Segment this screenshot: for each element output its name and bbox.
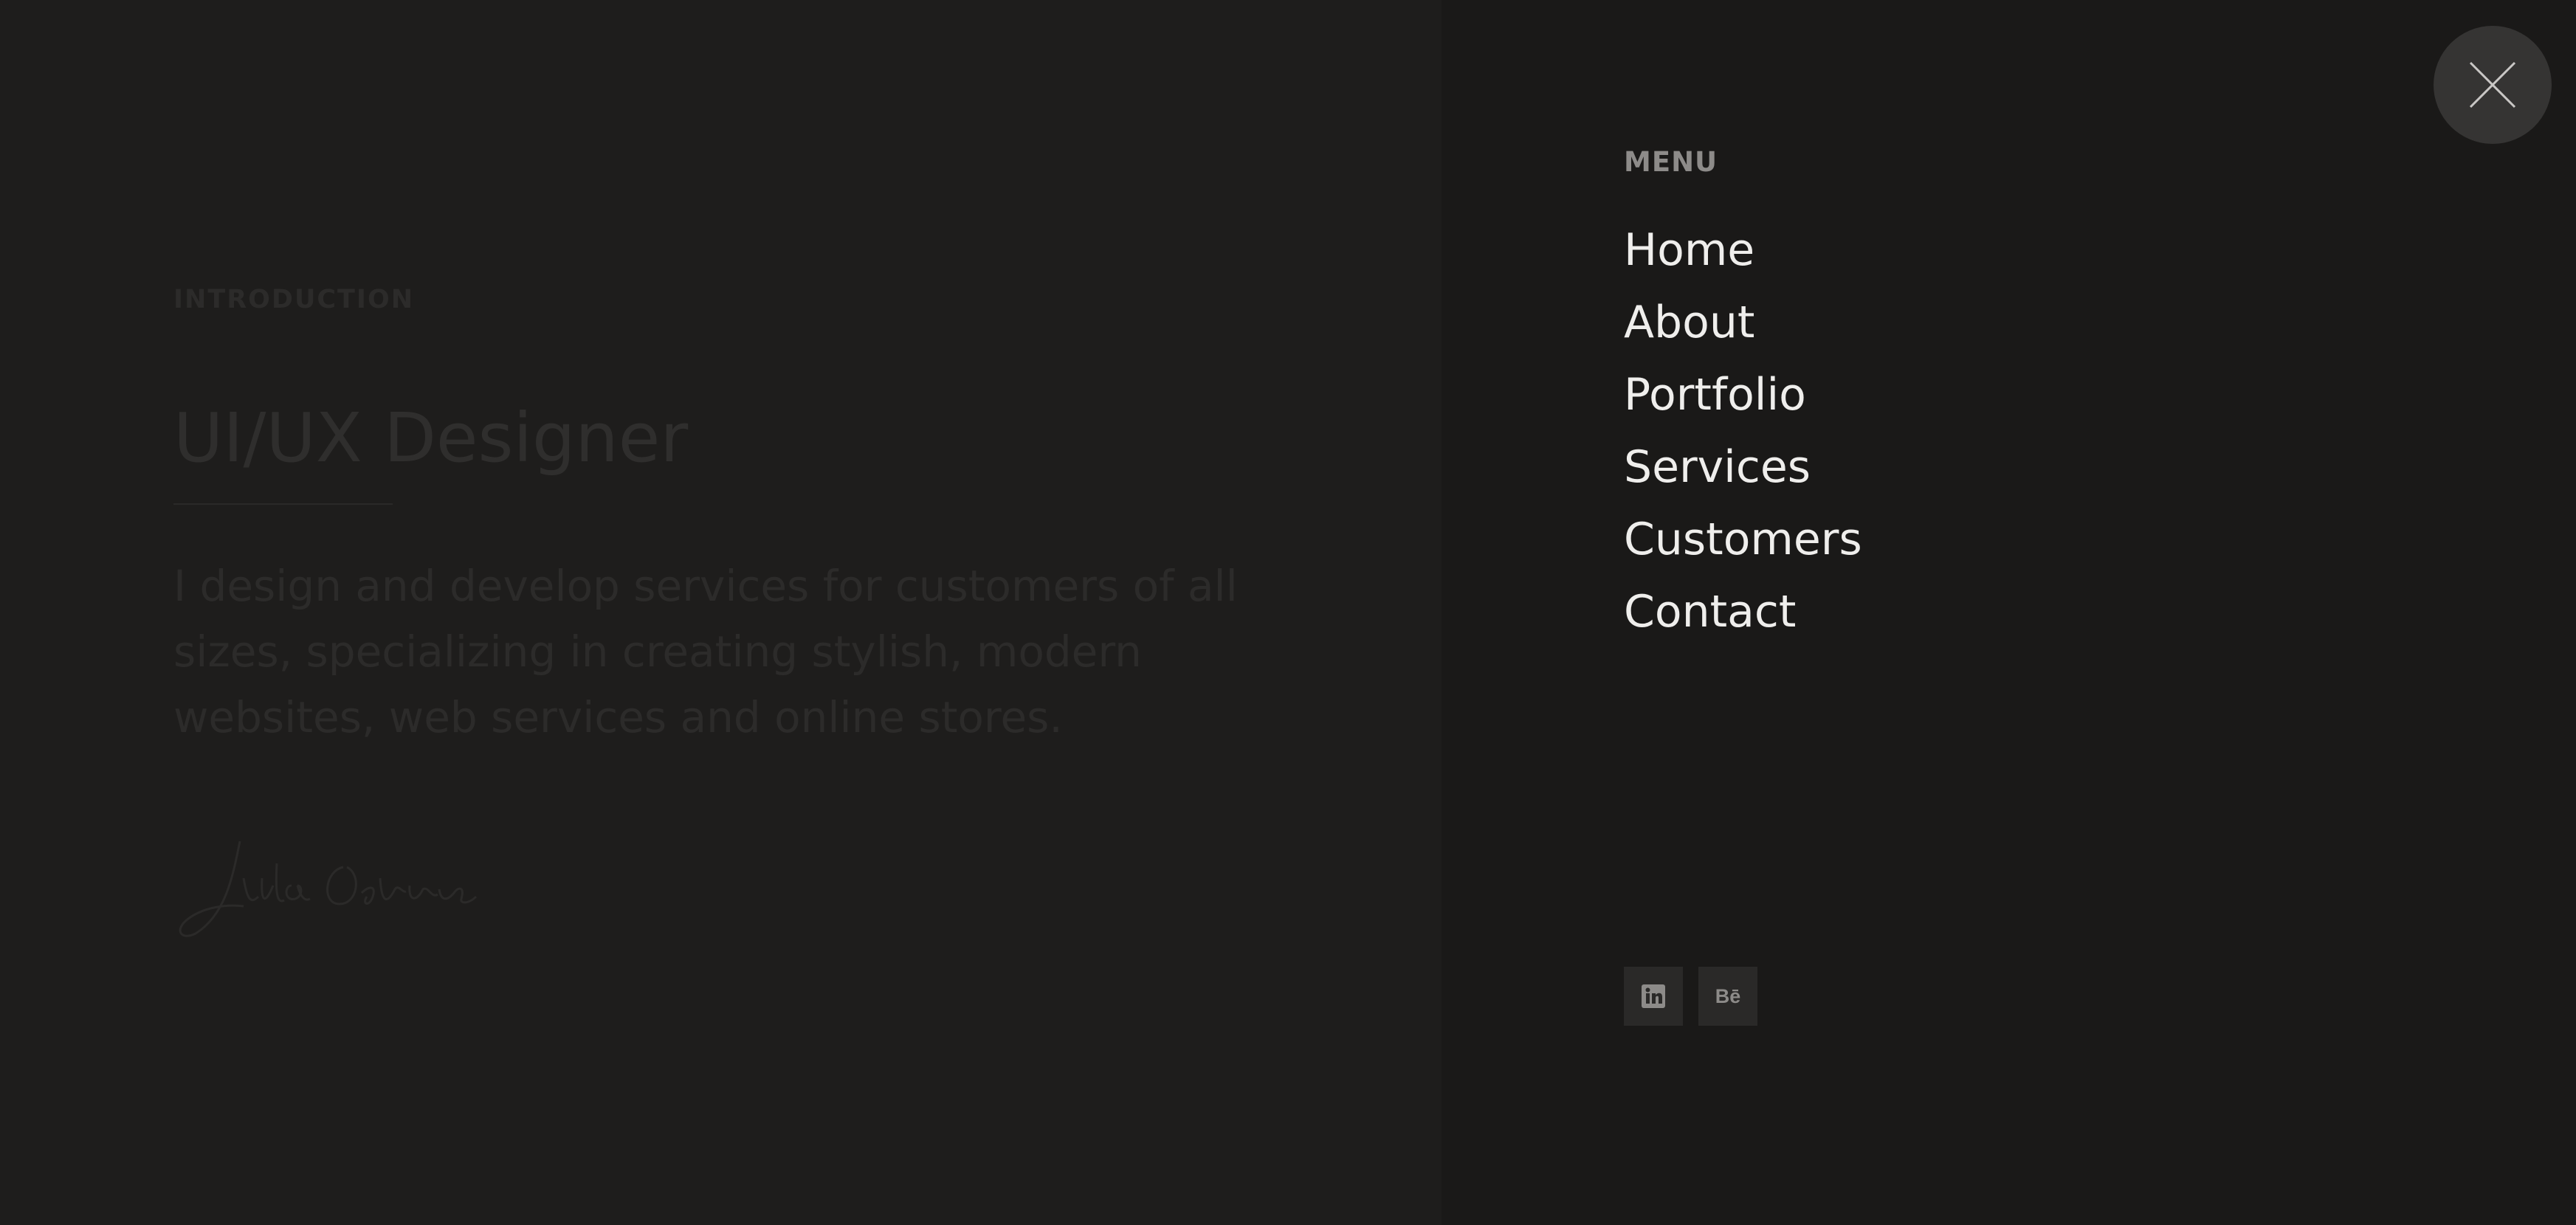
menu-item-home[interactable]: Home: [1624, 214, 1862, 286]
intro-divider: [173, 503, 393, 505]
intro-section: INTRODUCTION UI/UX Designer I design and…: [0, 0, 1442, 1225]
linkedin-icon: [1642, 984, 1665, 1008]
behance-icon: Bē: [1715, 984, 1741, 1007]
menu-item-customers[interactable]: Customers: [1624, 503, 1862, 576]
close-button[interactable]: [2434, 26, 2552, 144]
social-links: Bē: [1624, 967, 1757, 1026]
menu-item-portfolio[interactable]: Portfolio: [1624, 359, 1862, 431]
close-icon: [2469, 61, 2516, 108]
behance-button[interactable]: Bē: [1698, 967, 1757, 1026]
menu-item-about[interactable]: About: [1624, 286, 1862, 359]
menu-item-services[interactable]: Services: [1624, 431, 1862, 503]
menu-panel: MENU Home About Portfolio Services Custo…: [1442, 0, 2576, 1225]
menu-item-contact[interactable]: Contact: [1624, 576, 1862, 648]
linkedin-button[interactable]: [1624, 967, 1683, 1026]
intro-description: I design and develop services for custom…: [173, 561, 1238, 742]
menu-list: Home About Portfolio Services Customers …: [1624, 214, 1862, 648]
intro-title: UI/UX Designer: [173, 398, 689, 477]
intro-label: INTRODUCTION: [173, 285, 414, 314]
signature-image: [179, 841, 478, 937]
page: INTRODUCTION UI/UX Designer I design and…: [0, 0, 2576, 1225]
menu-heading: MENU: [1624, 146, 1718, 178]
